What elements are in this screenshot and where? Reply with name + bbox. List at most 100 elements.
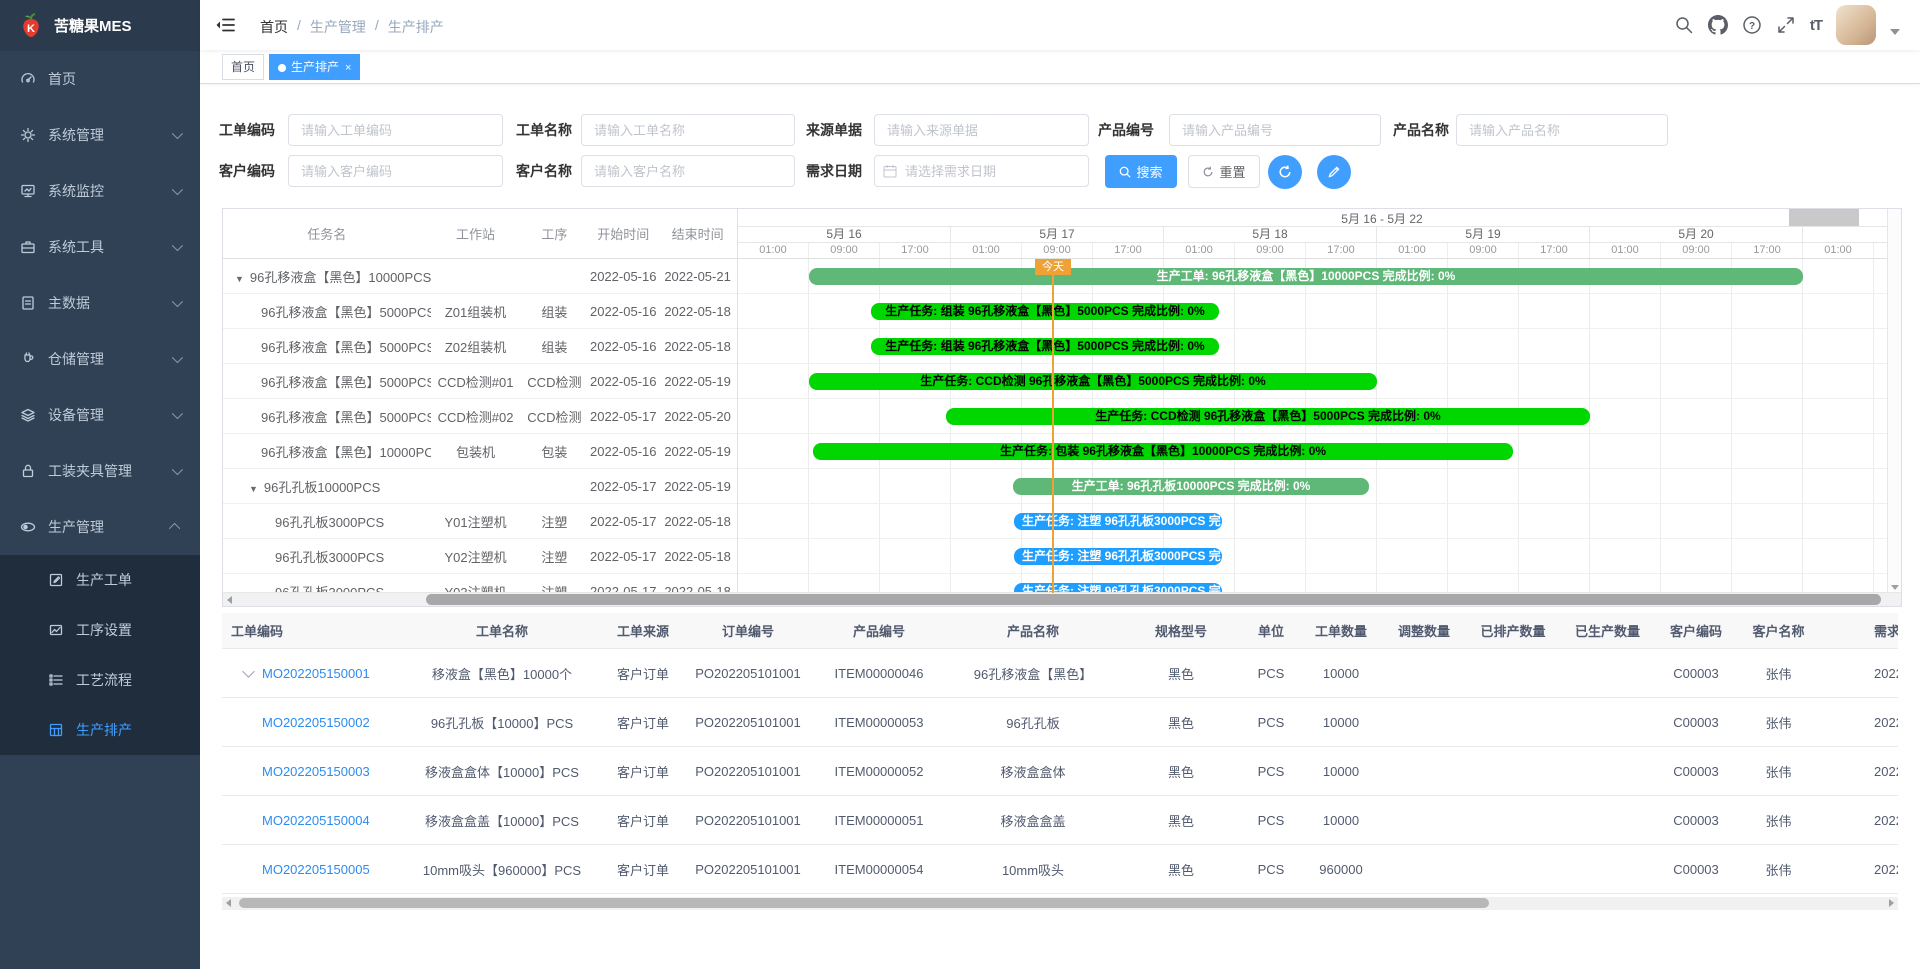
gantt-bar-task[interactable]: 生产任务: 组装 96孔移液盒【黑色】5000PCS 完成比例: 0% bbox=[871, 338, 1219, 355]
scroll-down-icon[interactable] bbox=[1891, 585, 1899, 590]
sidebar-collapse-icon[interactable] bbox=[215, 15, 235, 35]
gantt-row[interactable]: 96孔移液盒【黑色】5000PCS Z02组装机组装 2022-05-16202… bbox=[223, 329, 737, 364]
gantt-table-header: 任务名 工作站 工序 开始时间 结束时间 bbox=[223, 209, 737, 259]
sidebar-item-master-data[interactable]: 主数据 bbox=[0, 275, 200, 331]
reset-button[interactable]: 重置 bbox=[1188, 155, 1260, 188]
col-task-name: 任务名 bbox=[223, 224, 431, 243]
sidebar-item-equipment-mgmt[interactable]: 设备管理 bbox=[0, 387, 200, 443]
gantt-row[interactable]: 96孔移液盒【黑色】5000PCS CCD检测#02CCD检测 2022-05-… bbox=[223, 399, 737, 434]
collapse-caret-icon[interactable]: ▼ bbox=[249, 484, 258, 494]
gantt-bar-task-selected[interactable]: 生产任务: 注塑 96孔孔板3000PCS 完成比例: 0% bbox=[1014, 513, 1222, 530]
sidebar-item-production-mgmt[interactable]: 生产管理 bbox=[0, 499, 200, 555]
table-row[interactable]: MO202205150005 10mm吸头【960000】PCS 客户订单 PO… bbox=[222, 845, 1898, 894]
submenu-item-process-flow[interactable]: 工艺流程 bbox=[0, 655, 200, 705]
github-icon[interactable] bbox=[1708, 15, 1728, 35]
col-end-time: 结束时间 bbox=[658, 224, 737, 243]
tab-home[interactable]: 首页 bbox=[222, 54, 264, 80]
submenu-item-production-scheduling[interactable]: 生产排产 bbox=[0, 705, 200, 755]
table-row[interactable]: MO202205150001 移液盒【黑色】10000个 客户订单 PO2022… bbox=[222, 649, 1898, 698]
fullscreen-icon[interactable] bbox=[1776, 15, 1796, 35]
search-icon[interactable] bbox=[1674, 15, 1694, 35]
gantt-row[interactable]: 96孔孔板3000PCS Y02注塑机注塑 2022-05-172022-05-… bbox=[223, 539, 737, 574]
sidebar-item-system-tools[interactable]: 系统工具 bbox=[0, 219, 200, 275]
wo-code-link[interactable]: MO202205150004 bbox=[262, 813, 370, 828]
wo-name-input[interactable] bbox=[581, 114, 795, 146]
customer-name-input[interactable] bbox=[581, 155, 795, 187]
close-icon[interactable]: × bbox=[345, 62, 351, 74]
scrollbar-thumb[interactable] bbox=[426, 594, 1881, 605]
tab-production-scheduling[interactable]: 生产排产× bbox=[269, 54, 360, 80]
wo-code-link[interactable]: MO202205150005 bbox=[262, 862, 370, 877]
help-icon[interactable]: ? bbox=[1742, 15, 1762, 35]
submenu-item-label: 工艺流程 bbox=[76, 670, 132, 690]
gantt-row[interactable]: 96孔移液盒【黑色】5000PCS Z01组装机组装 2022-05-16202… bbox=[223, 294, 737, 329]
gantt-bar-task[interactable]: 生产任务: 包装 96孔移液盒【黑色】10000PCS 完成比例: 0% bbox=[813, 443, 1513, 460]
gantt-bar-task[interactable]: 生产任务: 组装 96孔移液盒【黑色】5000PCS 完成比例: 0% bbox=[871, 303, 1219, 320]
expand-caret-icon[interactable] bbox=[242, 666, 255, 678]
search-button[interactable]: 搜索 bbox=[1105, 155, 1177, 188]
sidebar-item-home[interactable]: 首页 bbox=[0, 51, 200, 107]
gantt-bar-task[interactable]: 生产任务: CCD检测 96孔移液盒【黑色】5000PCS 完成比例: 0% bbox=[809, 373, 1377, 390]
product-name-input[interactable] bbox=[1456, 114, 1668, 146]
col-product-name: 产品名称 bbox=[946, 621, 1120, 640]
gantt-vertical-scrollbar[interactable] bbox=[1887, 209, 1901, 593]
filter-label: 需求日期 bbox=[806, 161, 874, 181]
product-code-input[interactable] bbox=[1169, 114, 1381, 146]
pencil-icon bbox=[1327, 165, 1341, 179]
hour-label: 09:00 bbox=[809, 243, 880, 258]
scroll-left-icon[interactable] bbox=[227, 596, 232, 604]
gantt-bar-task[interactable]: 生产任务: CCD检测 96孔移液盒【黑色】5000PCS 完成比例: 0% bbox=[946, 408, 1590, 425]
app-logo[interactable]: K 苦糖果MES bbox=[0, 0, 200, 51]
dashboard-icon bbox=[20, 71, 36, 87]
filter-label: 产品名称 bbox=[1393, 120, 1456, 140]
wo-code-link[interactable]: MO202205150001 bbox=[262, 666, 370, 681]
tabs-bar: 首页 生产排产× bbox=[200, 50, 1920, 84]
gantt-row[interactable]: 96孔移液盒【黑色】5000PCS CCD检测#01CCD检测 2022-05-… bbox=[223, 364, 737, 399]
wo-code-link[interactable]: MO202205150003 bbox=[262, 764, 370, 779]
hour-label: 09:00 bbox=[1022, 243, 1093, 258]
font-size-icon[interactable]: tT bbox=[1810, 17, 1822, 34]
scroll-right-icon[interactable] bbox=[1889, 899, 1894, 907]
table-row[interactable]: MO202205150002 96孔孔板【10000】PCS 客户订单 PO20… bbox=[222, 698, 1898, 747]
toolbox-icon bbox=[20, 239, 36, 255]
refresh-gantt-button[interactable] bbox=[1268, 155, 1302, 189]
table-row[interactable]: MO202205150004 移液盒盒盖【10000】PCS 客户订单 PO20… bbox=[222, 796, 1898, 845]
scrollbar-thumb[interactable] bbox=[239, 898, 1489, 908]
col-order-no: 订单编号 bbox=[684, 621, 812, 640]
gantt-row[interactable]: 96孔孔板3000PCS Y01注塑机注塑 2022-05-172022-05-… bbox=[223, 504, 737, 539]
gantt-row[interactable]: ▼96孔孔板10000PCS 2022-05-172022-05-19 bbox=[223, 469, 737, 504]
sidebar-item-fixture-mgmt[interactable]: 工装夹具管理 bbox=[0, 443, 200, 499]
breadcrumb-separator: / bbox=[297, 17, 301, 37]
sidebar-item-system-mgmt[interactable]: 系统管理 bbox=[0, 107, 200, 163]
submenu-item-production-order[interactable]: 生产工单 bbox=[0, 555, 200, 605]
collapse-caret-icon[interactable]: ▼ bbox=[235, 274, 244, 284]
source-doc-input[interactable] bbox=[874, 114, 1089, 146]
lock-icon bbox=[20, 463, 36, 479]
col-customer-code: 客户编码 bbox=[1655, 621, 1737, 640]
gantt-bar-task-selected[interactable]: 生产任务: 注塑 96孔孔板3000PCS 完成比例: 0% bbox=[1014, 548, 1222, 565]
demand-date-input[interactable] bbox=[874, 155, 1089, 187]
gantt-horizontal-scrollbar[interactable] bbox=[223, 592, 1901, 606]
gantt-bar-order[interactable]: 生产工单: 96孔孔板10000PCS 完成比例: 0% bbox=[1013, 478, 1369, 495]
table-row[interactable]: MO202205150003 移液盒盒体【10000】PCS 客户订单 PO20… bbox=[222, 747, 1898, 796]
gantt-row[interactable]: 96孔移液盒【黑色】10000PCS 包装机包装 2022-05-162022-… bbox=[223, 434, 737, 469]
sidebar-item-warehouse-mgmt[interactable]: 仓储管理 bbox=[0, 331, 200, 387]
wo-code-link[interactable]: MO202205150002 bbox=[262, 715, 370, 730]
col-produced-qty: 已生产数量 bbox=[1560, 621, 1655, 640]
user-menu-caret-icon[interactable] bbox=[1890, 29, 1900, 35]
customer-code-input[interactable] bbox=[288, 155, 503, 187]
breadcrumb-production-mgmt[interactable]: 生产管理 bbox=[310, 17, 366, 37]
gantt-row[interactable]: ▼96孔移液盒【黑色】10000PCS 2022-05-162022-05-21 bbox=[223, 259, 737, 294]
edit-square-icon bbox=[48, 572, 64, 588]
edit-schedule-button[interactable] bbox=[1317, 155, 1351, 189]
submenu-item-process-settings[interactable]: 工序设置 bbox=[0, 605, 200, 655]
gantt-row[interactable]: 96孔孔板3000PCS Y03注塑机注塑 2022-05-172022-05-… bbox=[223, 574, 737, 593]
breadcrumb-home[interactable]: 首页 bbox=[260, 17, 288, 37]
avatar[interactable] bbox=[1836, 5, 1876, 45]
gantt-bar-order[interactable]: 生产工单: 96孔移液盒【黑色】10000PCS 完成比例: 0% bbox=[809, 268, 1803, 285]
wo-code-input[interactable] bbox=[288, 114, 503, 146]
scroll-left-icon[interactable] bbox=[226, 899, 231, 907]
sidebar-item-system-monitor[interactable]: 系统监控 bbox=[0, 163, 200, 219]
table-horizontal-scrollbar[interactable] bbox=[222, 897, 1898, 910]
sidebar-item-label: 仓储管理 bbox=[48, 349, 172, 369]
